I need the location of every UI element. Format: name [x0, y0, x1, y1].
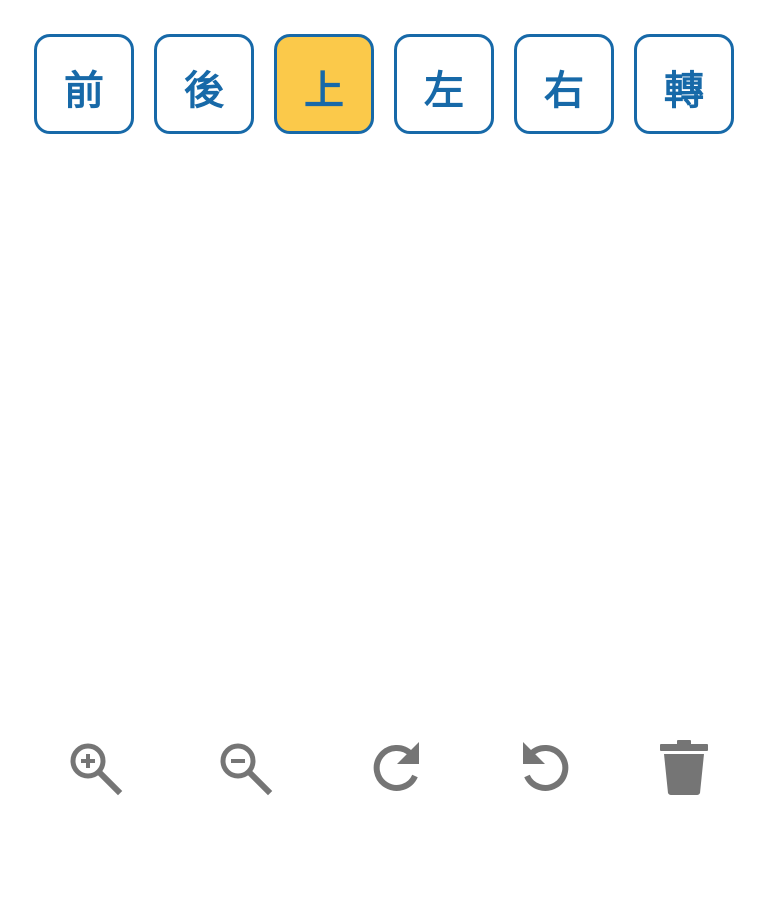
view-right-label: 右	[544, 68, 584, 114]
view-left-button[interactable]: 左	[394, 34, 494, 134]
view-back-button[interactable]: 後	[154, 34, 254, 134]
rotate-counterclockwise-icon	[523, 742, 569, 791]
view-toolbar: 前 後 上 左 右 轉	[0, 0, 768, 160]
view-front-button[interactable]: 前	[34, 34, 134, 134]
view-back-label: 後	[184, 68, 224, 114]
trash-icon	[660, 740, 708, 795]
rotate-clockwise-button[interactable]	[366, 738, 426, 798]
view-top-label: 上	[304, 68, 344, 114]
view-rotate-label: 轉	[664, 68, 704, 114]
drawing-canvas[interactable]	[0, 160, 768, 700]
zoom-in-icon	[70, 743, 123, 796]
view-top-button[interactable]: 上	[274, 34, 374, 134]
view-rotate-button[interactable]: 轉	[634, 34, 734, 134]
zoom-out-button[interactable]	[214, 738, 274, 798]
zoom-in-button[interactable]	[64, 738, 124, 798]
view-left-label: 左	[424, 68, 464, 114]
view-right-button[interactable]: 右	[514, 34, 614, 134]
zoom-out-icon	[220, 743, 273, 796]
rotate-clockwise-icon	[373, 742, 419, 791]
rotate-counterclockwise-button[interactable]	[516, 738, 576, 798]
view-front-label: 前	[64, 68, 104, 114]
delete-button[interactable]	[654, 738, 714, 798]
